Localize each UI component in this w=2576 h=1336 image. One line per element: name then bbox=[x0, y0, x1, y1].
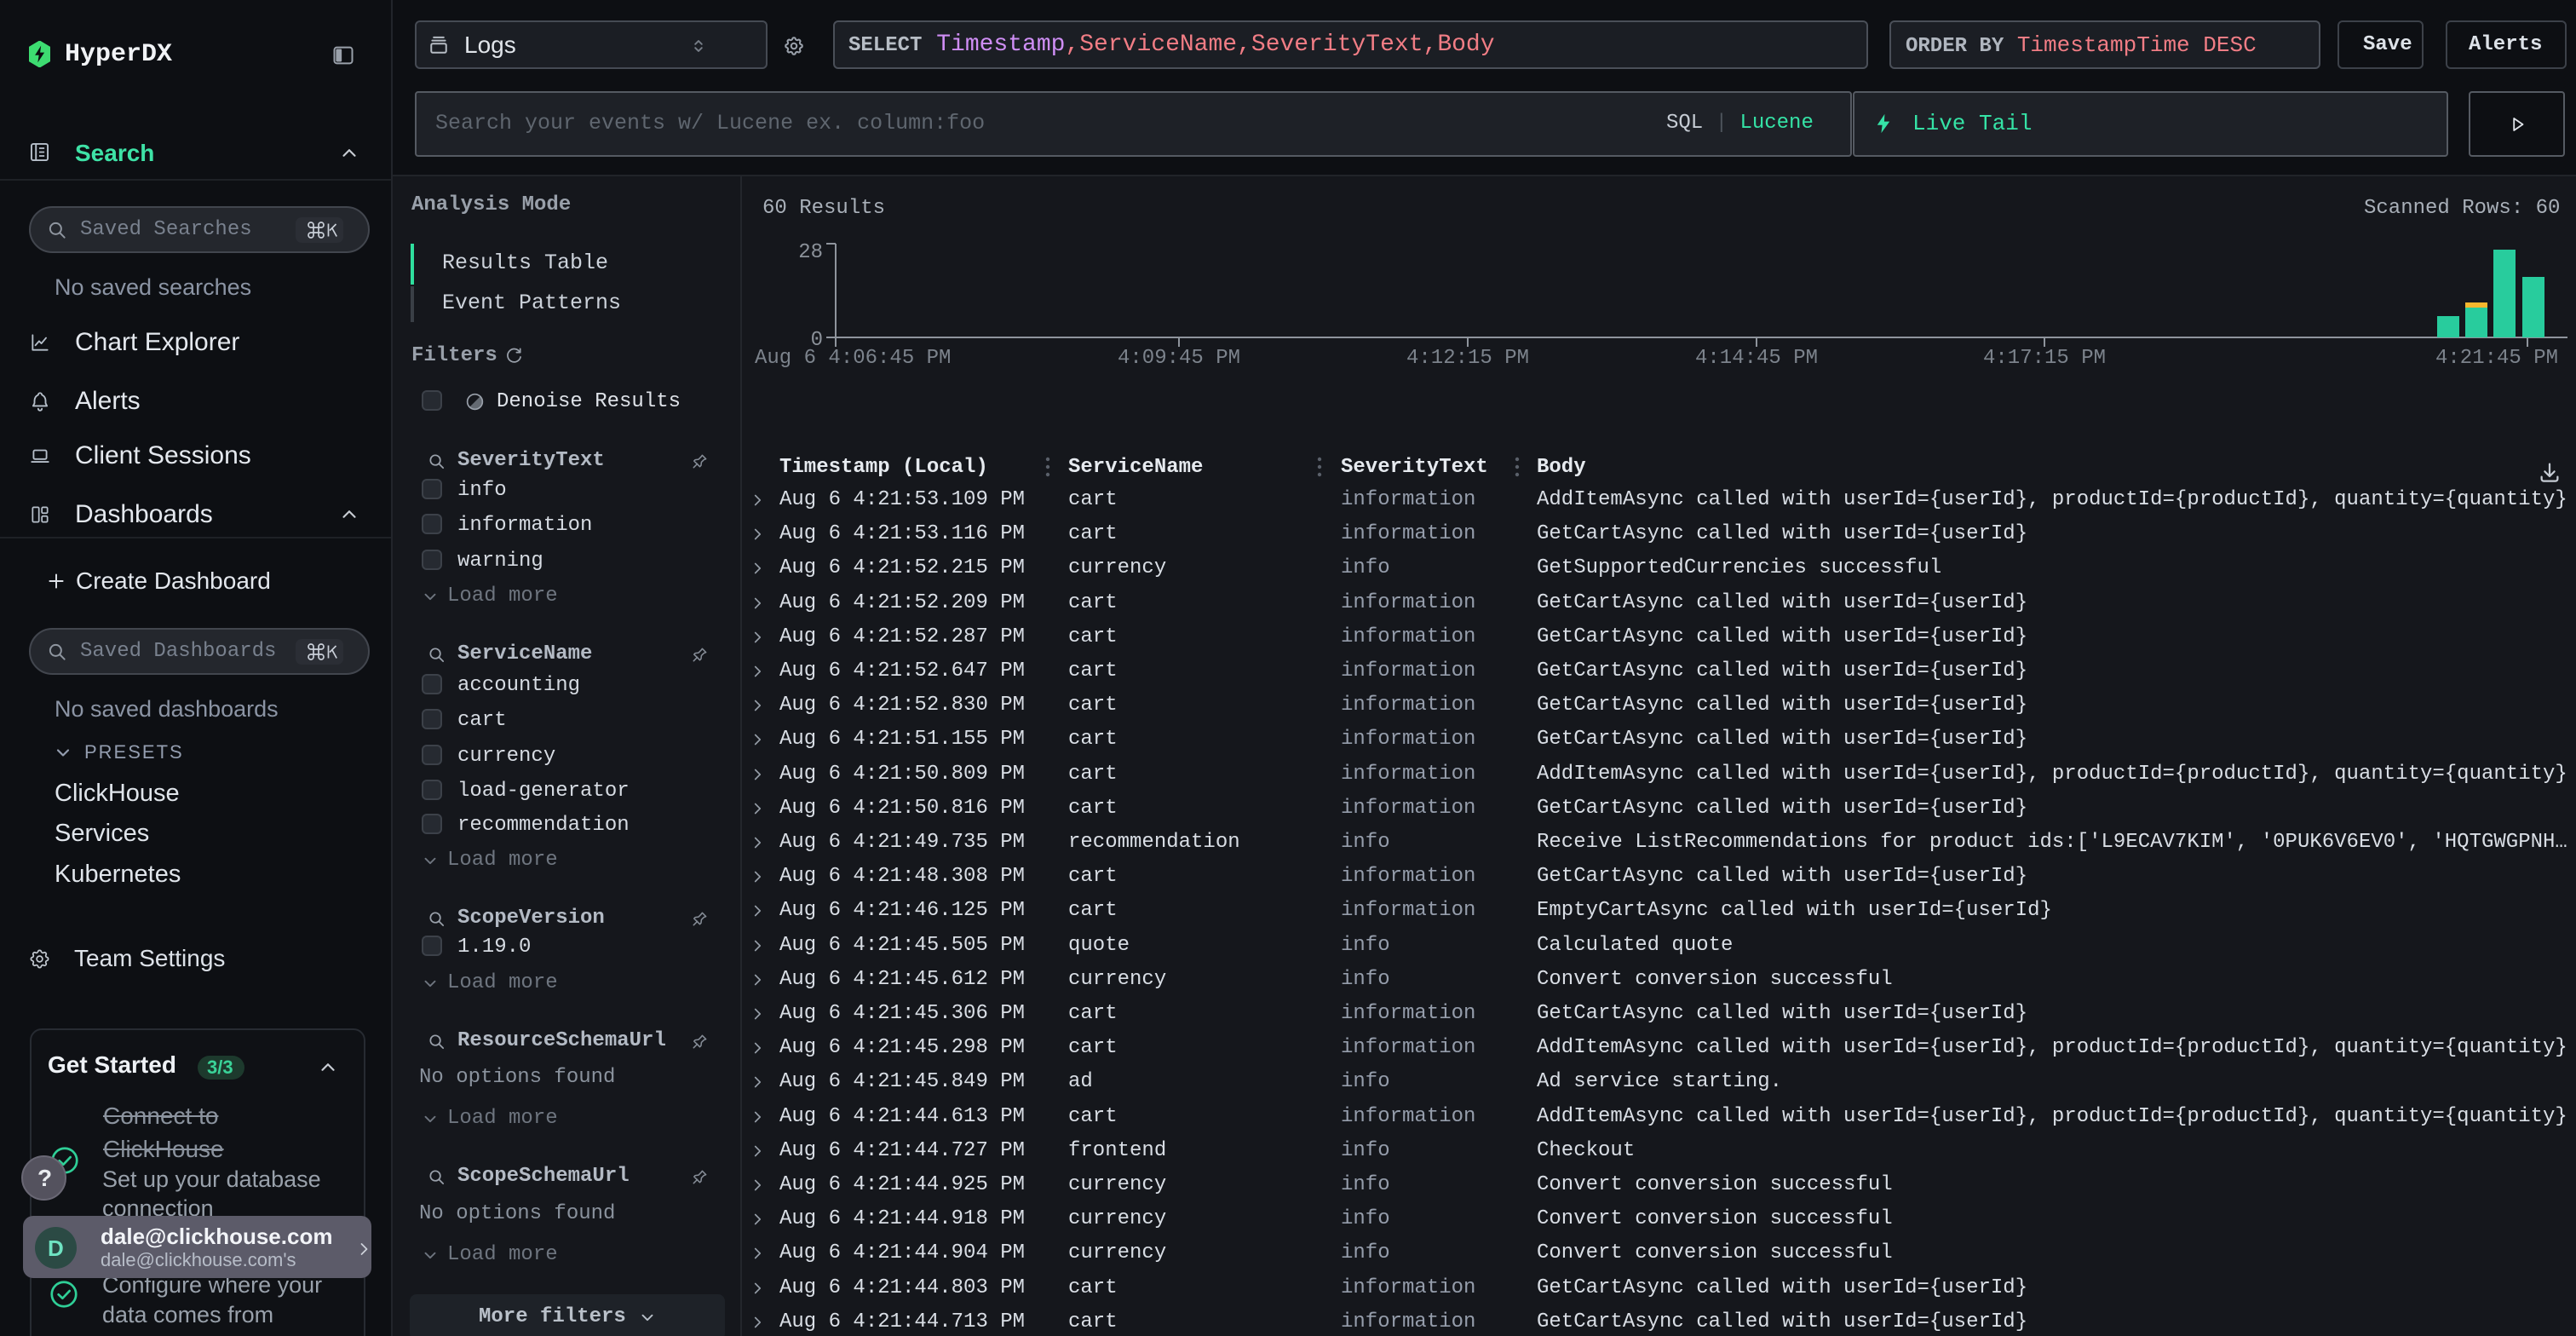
svg-text:28: 28 bbox=[798, 241, 823, 264]
